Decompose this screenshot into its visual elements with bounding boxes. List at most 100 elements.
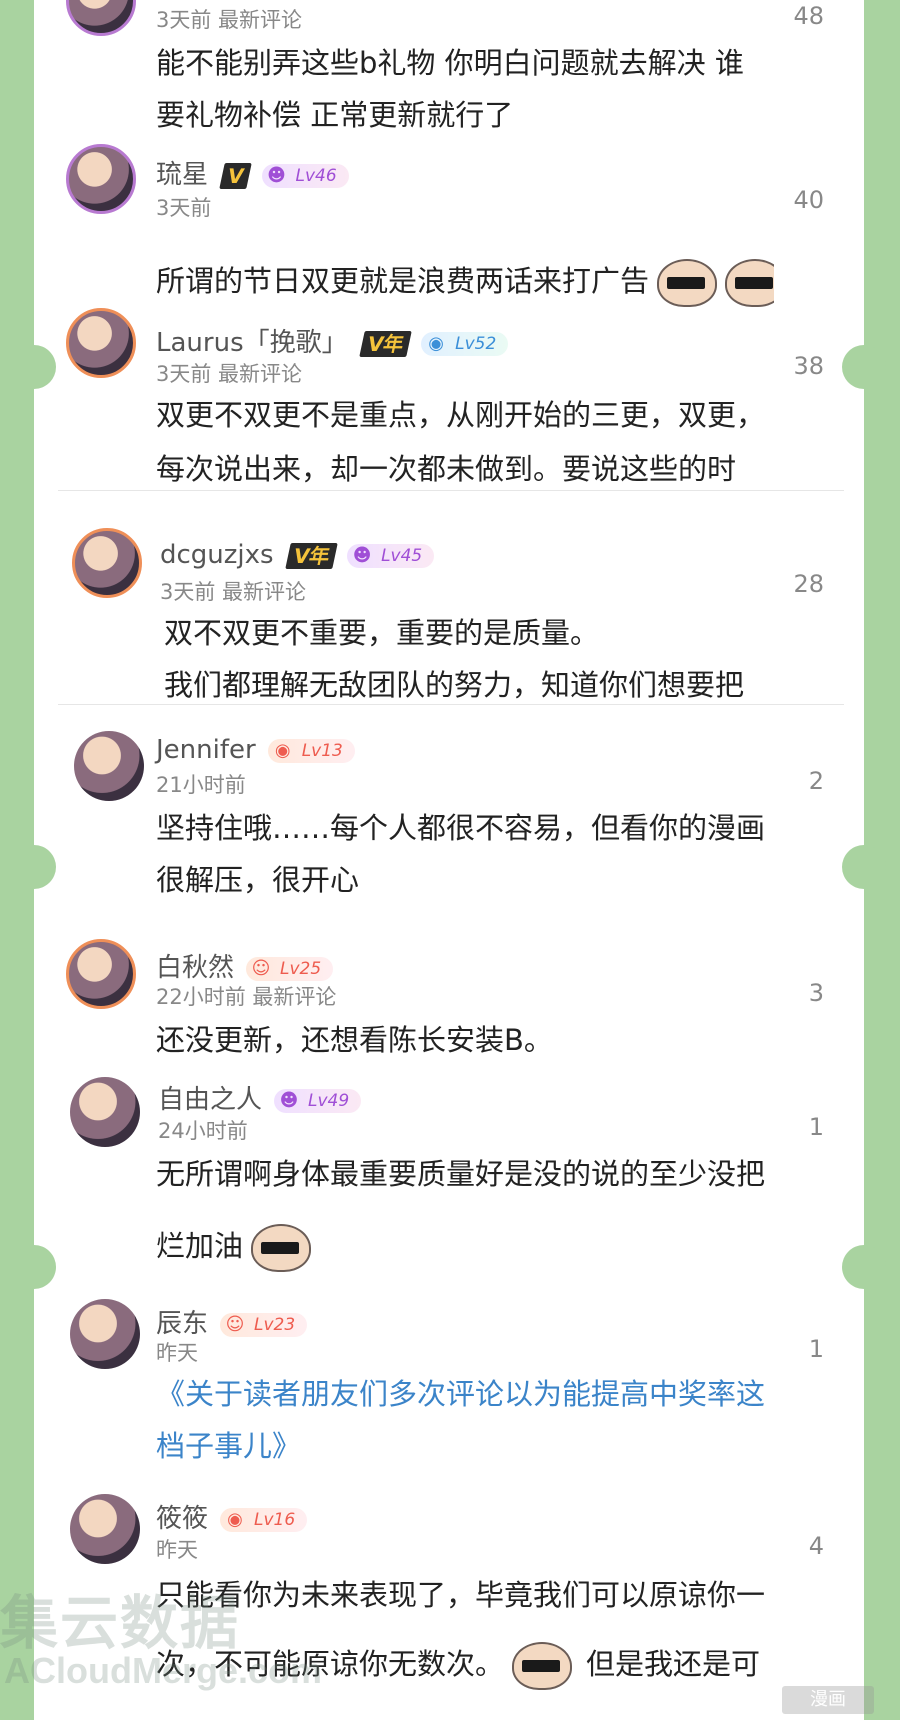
comment-text: 所谓的节日双更就是浪费两话来打广告 — [156, 264, 650, 298]
level-icon: ☺ — [225, 1313, 245, 1335]
comment-username[interactable]: dcguzjxs V年 ☻ Lv45 — [160, 540, 435, 570]
level-badge: ☺ Lv25 — [246, 956, 334, 981]
level-text: Lv16 — [254, 1509, 296, 1530]
comment-meta: 昨天 — [156, 1538, 198, 1562]
comment-text-line: 要礼物补偿 正常更新就行了 — [156, 98, 514, 132]
level-text: Lv46 — [295, 165, 337, 186]
like-count[interactable]: 40 — [793, 186, 824, 214]
comment-username[interactable]: 琉星 V ☻ Lv46 — [156, 154, 349, 191]
level-badge: ☻ Lv49 — [274, 1088, 362, 1113]
like-count[interactable]: 1 — [809, 1335, 824, 1363]
watermark-url: ACloudMerge.com — [4, 1650, 323, 1691]
sticker-emoji-icon — [251, 1224, 312, 1272]
level-badge: ☻ Lv45 — [347, 543, 435, 568]
level-text: Lv23 — [254, 1314, 296, 1335]
level-text: Lv49 — [308, 1090, 350, 1111]
comment-text-line: 双不双更不重要，重要的是质量。 — [164, 616, 600, 650]
like-count[interactable]: 1 — [809, 1113, 824, 1141]
like-count[interactable]: 3 — [809, 979, 824, 1007]
comment-link-text[interactable]: 《关于读者朋友们多次评论以为能提高中奖率这 — [156, 1369, 864, 1419]
user-avatar[interactable] — [66, 144, 136, 214]
comment-text-line: 每次说出来，却一次都未做到。要说这些的时 — [156, 452, 737, 486]
username-text: Jennifer — [156, 735, 256, 765]
comment-text-line: 所谓的节日双更就是浪费两话来打广告 — [156, 256, 774, 307]
comment-username[interactable]: 自由之人 ☻ Lv49 — [158, 1079, 362, 1116]
comment-username[interactable]: 筱筱 ◉ Lv16 — [156, 1498, 308, 1535]
comment-meta: 3天前 最新评论 — [156, 362, 303, 386]
like-count[interactable]: 2 — [809, 767, 824, 795]
username-text: 筱筱 — [156, 1504, 209, 1534]
sticker-emoji-icon — [725, 259, 774, 307]
comment-meta: 3天前 — [156, 196, 212, 220]
comment-meta: 3天前 最新评论 — [156, 8, 303, 32]
username-text: 白秋然 — [156, 953, 235, 983]
comment-username[interactable]: Laurus「挽歌」 V年 ◉ Lv52 — [156, 322, 509, 359]
like-count[interactable]: 4 — [809, 1532, 824, 1560]
level-badge: ◉ Lv13 — [267, 738, 355, 763]
comment-text-line: 坚持住哦……每个人都很不容易，但看你的漫画 — [156, 811, 766, 845]
panel-notch — [12, 1245, 56, 1289]
comment-text-line: 能不能别弄这些b礼物 你明白问题就去解决 谁 — [156, 46, 744, 80]
comment-link-text[interactable]: 档子事儿》 — [156, 1421, 864, 1471]
comment-meta: 22小时前 最新评论 — [156, 985, 337, 1009]
level-text: Lv13 — [301, 740, 343, 761]
user-avatar[interactable] — [72, 528, 142, 598]
comment-text-line: 烂加油 — [156, 1211, 864, 1281]
panel-notch — [12, 345, 56, 389]
like-count[interactable]: 38 — [793, 352, 824, 380]
comment-meta: 3天前 最新评论 — [160, 580, 307, 604]
panel-notch — [12, 845, 56, 889]
username-text: dcguzjxs — [160, 540, 274, 570]
comment-text-line: 只能看你为未来表现了，毕竟我们可以原谅你一 — [156, 1578, 766, 1612]
watermark-logo: 集云数据 — [0, 1589, 241, 1657]
username-text: 自由之人 — [158, 1085, 263, 1115]
level-icon: ☻ — [267, 164, 286, 186]
level-badge: ☻ Lv46 — [261, 163, 349, 188]
vip-badge: V — [219, 162, 253, 189]
panel-notch — [842, 345, 886, 389]
comment-meta: 昨天 — [156, 1341, 198, 1365]
like-count[interactable]: 28 — [793, 570, 824, 598]
comment-text-line: 我们都理解无敌团队的努力，知道你们想要把 — [164, 668, 745, 702]
username-text: 琉星 — [156, 160, 209, 190]
level-badge: ☺ Lv23 — [220, 1312, 308, 1337]
level-icon: ☻ — [352, 544, 372, 566]
user-avatar[interactable] — [66, 308, 136, 378]
level-icon: ◉ — [227, 1508, 243, 1530]
sticker-emoji-icon — [657, 259, 718, 307]
user-avatar[interactable] — [66, 939, 136, 1009]
comment-username[interactable]: 辰东 ☺ Lv23 — [156, 1303, 308, 1340]
level-badge: ◉ Lv52 — [421, 331, 509, 356]
like-count[interactable]: 48 — [793, 2, 824, 30]
comment-text: 烂加油 — [156, 1229, 244, 1263]
comment-divider — [58, 704, 844, 705]
user-avatar[interactable] — [70, 1077, 140, 1147]
level-text: Lv52 — [455, 333, 497, 354]
vip-badge: V年 — [358, 330, 412, 357]
comment-username[interactable]: 白秋然 ☺ Lv25 — [156, 947, 334, 984]
user-avatar[interactable] — [70, 1494, 140, 1564]
vip-badge: V年 — [284, 542, 338, 569]
corner-watermark: 漫画 — [782, 1686, 874, 1714]
comment-text: 但是我还是可 — [586, 1647, 761, 1681]
level-icon: ◉ — [274, 739, 291, 761]
level-icon: ☻ — [279, 1089, 299, 1111]
username-text: 辰东 — [156, 1309, 209, 1339]
username-text: Laurus「挽歌」 — [156, 328, 348, 358]
comment-text-line: 还没更新，还想看陈长安装B。 — [156, 1023, 553, 1057]
level-icon: ◉ — [428, 332, 444, 354]
user-avatar[interactable] — [70, 1299, 140, 1369]
level-icon: ☺ — [251, 957, 271, 979]
comment-meta: 21小时前 — [156, 773, 246, 797]
comment-text-line: 无所谓啊身体最重要质量好是没的说的至少没把 — [156, 1157, 766, 1191]
comment-text-line: 很解压，很开心 — [156, 863, 360, 897]
comment-divider — [58, 490, 844, 491]
level-text: Lv25 — [280, 958, 322, 979]
sticker-emoji-icon — [512, 1642, 573, 1690]
level-text: Lv45 — [381, 545, 423, 566]
comment-text-line: 双更不双更不是重点，从刚开始的三更，双更， — [156, 398, 766, 432]
level-badge: ◉ Lv16 — [220, 1507, 308, 1532]
comment-username[interactable]: Jennifer ◉ Lv13 — [156, 735, 355, 765]
comment-meta: 24小时前 — [158, 1119, 248, 1143]
user-avatar[interactable] — [74, 731, 144, 801]
